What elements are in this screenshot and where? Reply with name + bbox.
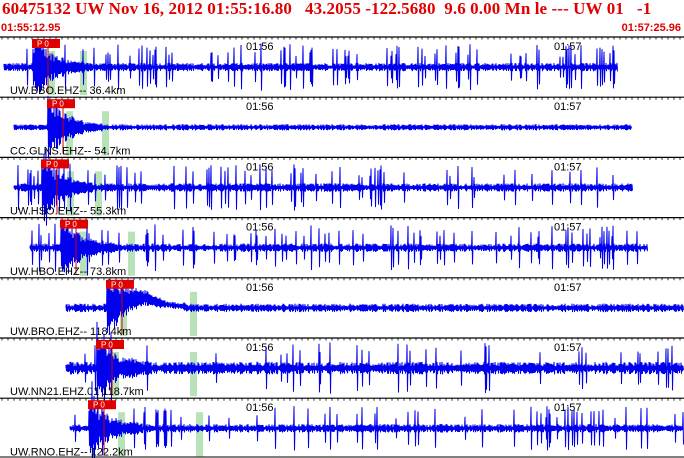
phase-window-highlight: [190, 352, 197, 397]
station-label: UW.BBO.EHZ-- 36.4km: [10, 85, 126, 97]
minute-label: 01:57: [554, 342, 582, 354]
pick-label: P 0: [65, 220, 77, 229]
pick-label: P 0: [46, 160, 58, 169]
trace-panel: 01:56 01:57P 0UW.BBO.EHZ-- 36.4km01:56 01:…: [0, 36, 684, 458]
phase-window-highlight: [128, 231, 135, 276]
minute-label: 01:57: [554, 101, 582, 113]
trace-row: 01:56 01:57 P 0 UW.BBO.EHZ-- 36.4km: [0, 36, 684, 97]
pick-label: P 0: [37, 40, 49, 49]
pick-label: P 0: [93, 401, 105, 410]
pick-label: P 0: [101, 341, 113, 350]
phase-window-highlight: [190, 291, 197, 336]
seismogram-viewer: 60475132 UW Nov 16, 2012 01:55:16.80 43.…: [0, 0, 684, 458]
minute-label: 01:56: [246, 402, 274, 414]
minute-label: 01:57: [554, 41, 582, 53]
minute-label: 01:56: [246, 41, 274, 53]
minute-label: 01:56: [246, 222, 274, 234]
trace-row: 01:56 01:57 P 0 UW.BRO.EHZ-- 118.4km: [0, 277, 684, 338]
waveform-trace: [65, 278, 684, 335]
minute-label: 01:56: [246, 101, 274, 113]
station-label: UW.RNO.EHZ-- 122.2km: [10, 446, 133, 458]
station-label: CC.GLNS.EHZ-- 54.7km: [10, 145, 130, 157]
trace-row: 01:56 01:57P 0UW.HSO.EHZ-- 55.3km: [0, 149, 684, 226]
station-label: UW.HBO.EHZ-- 73.8km: [10, 266, 126, 278]
trace-row: 01:56 01:57 P 0 CC.GLNS.EHZ-- 54.7km: [0, 95, 684, 159]
pick-label: P 0: [111, 280, 123, 289]
waveform-trace: [69, 381, 684, 458]
phase-window-highlight: [196, 412, 203, 457]
trace-row: 01:56 01:57P 0UW.HBO.EHZ-- 73.8km: [0, 217, 684, 278]
minute-label: 01:56: [246, 282, 274, 294]
station-label: UW.BRO.EHZ-- 118.4km: [10, 326, 131, 338]
station-label: UW.HSO.EHZ-- 55.3km: [10, 206, 126, 218]
minute-label: 01:56: [246, 342, 274, 354]
waveform-trace: [65, 321, 684, 415]
minute-label: 01:57: [554, 161, 582, 173]
pick-label: P 0: [52, 100, 64, 109]
station-label: UW.NN21.EHZ.01 118.7km: [10, 386, 144, 398]
minute-label: 01:57: [554, 282, 582, 294]
